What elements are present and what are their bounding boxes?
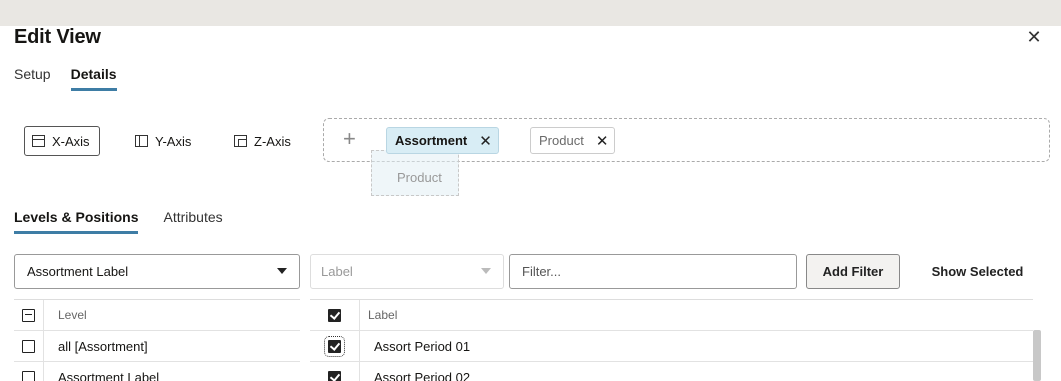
close-icon[interactable]: ✕: [596, 132, 609, 150]
labels-table: Label Assort Period 01 Assort Period 02: [310, 299, 1033, 381]
table-header-row: Label: [310, 300, 1033, 331]
y-axis-icon: [135, 135, 148, 147]
table-row[interactable]: Assort Period 02: [310, 362, 1033, 381]
x-axis-button[interactable]: X-Axis: [24, 126, 100, 156]
row-checkbox[interactable]: [328, 370, 341, 381]
level-cell: all [Assortment]: [58, 338, 148, 354]
chevron-down-icon: [277, 268, 287, 274]
plus-icon[interactable]: +: [343, 128, 356, 150]
table-row[interactable]: Assortment Label: [14, 362, 300, 381]
add-filter-button[interactable]: Add Filter: [806, 254, 900, 289]
x-axis-icon: [32, 135, 45, 147]
select-all-checkbox[interactable]: [22, 308, 35, 322]
row-checkbox[interactable]: [22, 339, 35, 353]
column-header-level: Level: [58, 308, 87, 322]
dialog-title: Edit View: [14, 26, 101, 48]
tab-levels-positions[interactable]: Levels & Positions: [14, 209, 139, 234]
z-axis-button[interactable]: Z-Axis: [234, 126, 291, 156]
z-axis-icon: [234, 135, 247, 147]
level-select[interactable]: Assortment Label: [14, 254, 300, 289]
x-axis-label: X-Axis: [52, 133, 90, 149]
dialog-tabs: Setup Details: [14, 66, 137, 91]
chip-label: Assortment: [395, 133, 468, 148]
column-header-label: Label: [368, 308, 398, 322]
label-cell: Assort Period 01: [374, 338, 471, 354]
chip-label: Product: [539, 133, 584, 148]
label-select[interactable]: Label: [310, 254, 504, 289]
filter-input[interactable]: [509, 254, 797, 289]
levels-table: Level all [Assortment] Assortment Label: [14, 299, 300, 381]
row-checkbox[interactable]: [22, 370, 35, 381]
table-row[interactable]: Assort Period 01: [310, 331, 1033, 362]
table-header-row: Level: [14, 300, 300, 331]
row-checkbox[interactable]: [324, 335, 345, 357]
level-select-value: Assortment Label: [27, 264, 129, 279]
y-axis-button[interactable]: Y-Axis: [135, 126, 191, 156]
tab-setup[interactable]: Setup: [14, 66, 51, 91]
select-all-checkbox[interactable]: [328, 308, 341, 322]
table-row[interactable]: all [Assortment]: [14, 331, 300, 362]
label-cell: Assort Period 02: [374, 369, 471, 381]
chip-product[interactable]: Product ✕: [530, 127, 616, 154]
label-select-placeholder: Label: [321, 264, 353, 279]
level-cell: Assortment Label: [58, 369, 160, 381]
chip-assortment[interactable]: Assortment ✕: [386, 127, 499, 154]
y-axis-label: Y-Axis: [155, 133, 192, 149]
background-strip: [0, 0, 1061, 26]
drag-ghost-label: Product: [397, 170, 442, 185]
show-selected-button[interactable]: Show Selected: [910, 254, 1045, 289]
tab-attributes[interactable]: Attributes: [163, 209, 222, 234]
chevron-down-icon: [481, 268, 491, 274]
close-icon[interactable]: ✕: [479, 132, 492, 150]
z-axis-label: Z-Axis: [254, 133, 291, 149]
close-icon[interactable]: ✕: [1022, 25, 1046, 49]
tab-details[interactable]: Details: [70, 66, 117, 91]
scrollbar[interactable]: [1033, 330, 1041, 381]
subtabs: Levels & Positions Attributes: [14, 209, 248, 234]
